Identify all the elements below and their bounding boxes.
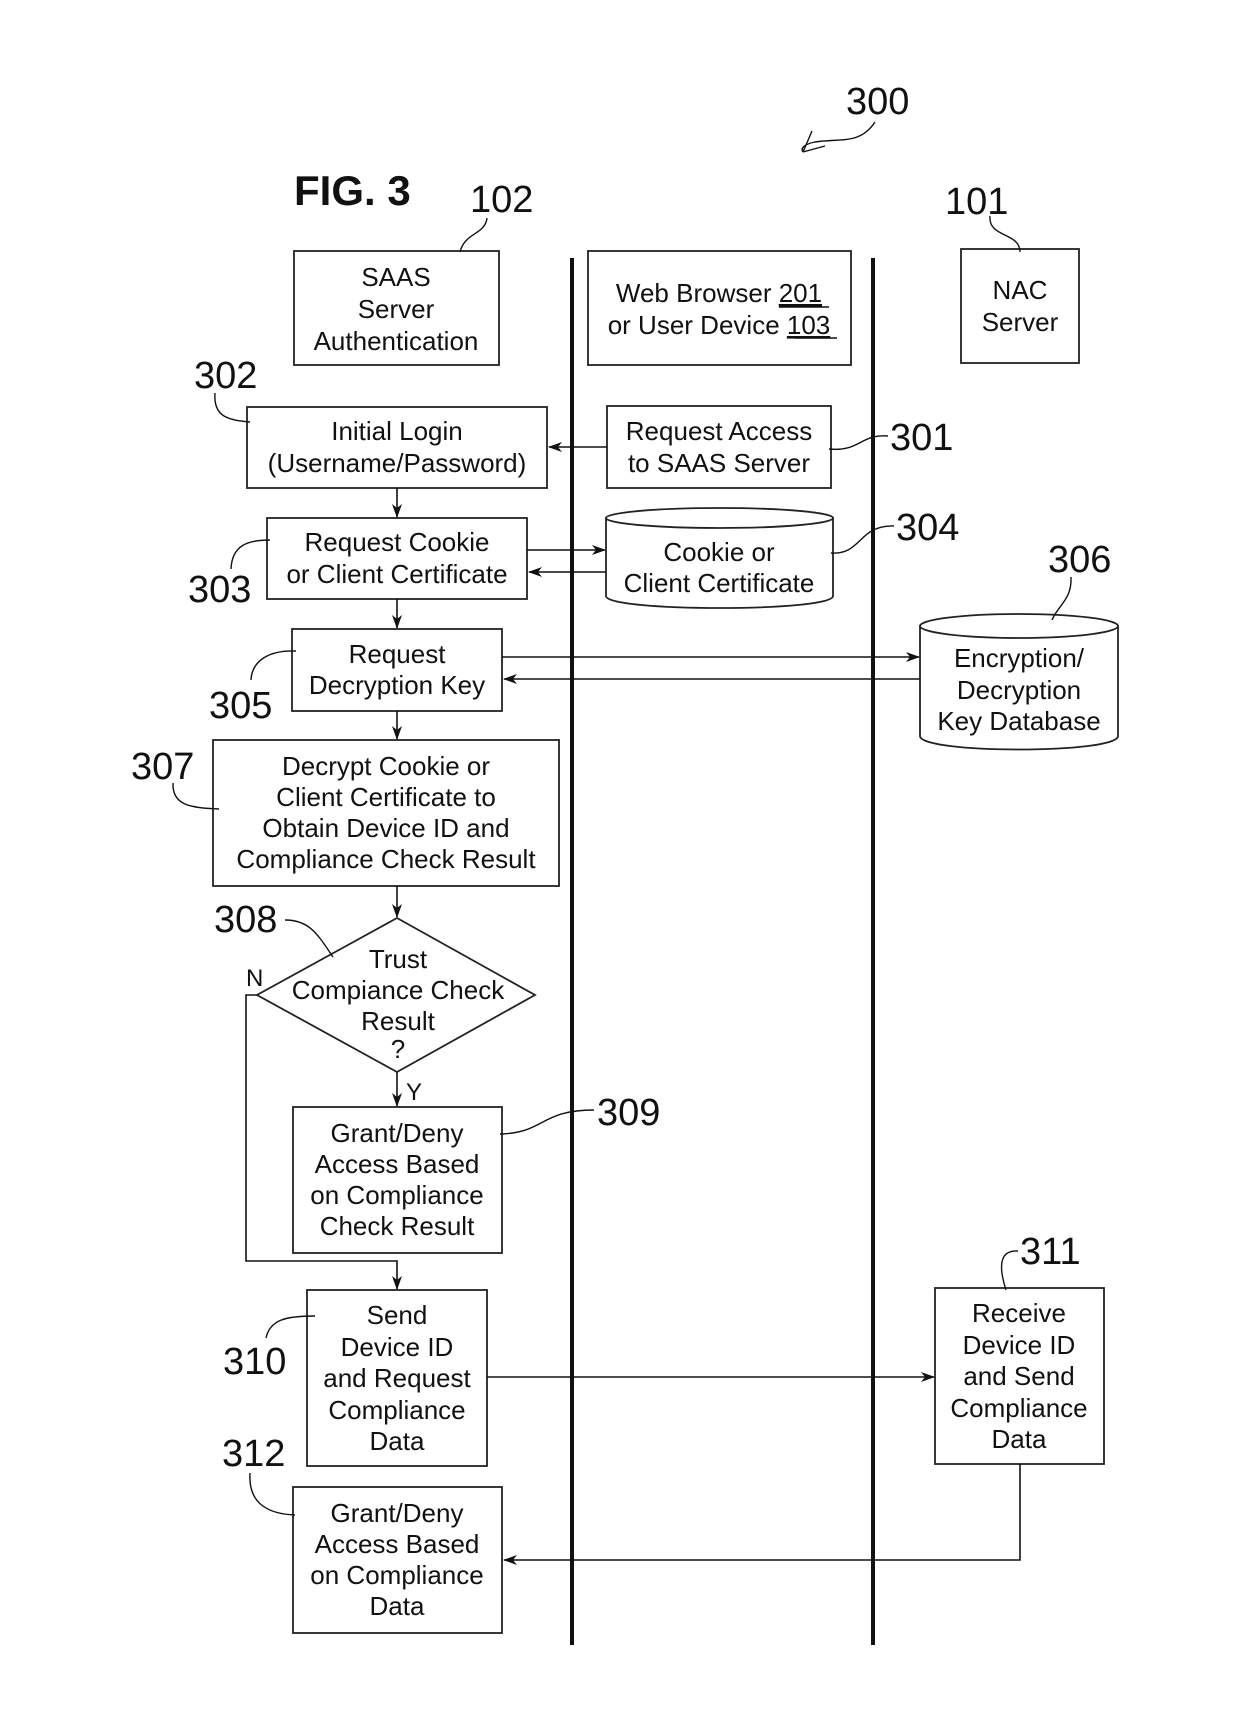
ref-label-309: 309	[597, 1092, 660, 1134]
step-310-line-2: Device ID	[341, 1332, 454, 1362]
actor-nac-line-2: Server	[982, 307, 1059, 337]
ref-label-306: 306	[1048, 539, 1111, 581]
ref-label-303: 303	[188, 569, 251, 611]
step-305-line-1: Request	[349, 639, 447, 669]
step-311-line-3: and Send	[963, 1361, 1074, 1391]
step-307-line-1: Decrypt Cookie or	[282, 751, 490, 781]
step-310-line-1: Send	[367, 1300, 428, 1330]
step-307-line-3: Obtain Device ID and	[262, 813, 509, 843]
leader-102	[459, 217, 488, 253]
step-311-line-1: Receive	[972, 1298, 1066, 1328]
ref-label-305: 305	[209, 685, 272, 727]
ref-label-301: 301	[890, 417, 953, 459]
ref-label-101: 101	[945, 181, 1008, 223]
step-312-line-4: Data	[370, 1591, 425, 1621]
step-312-line-2: Access Based	[315, 1529, 480, 1559]
actor-browser-line-1: Web Browser 201	[616, 278, 822, 308]
step-305-line-2: Decryption Key	[309, 670, 485, 700]
ref-label-308: 308	[214, 899, 277, 941]
step-311-receive-device-id[interactable]: Receive Device ID and Send Compliance Da…	[934, 1287, 1105, 1465]
actor-web-browser[interactable]: Web Browser 201 or User Device 103	[587, 250, 852, 366]
leader-304	[830, 525, 895, 554]
ref-label-311: 311	[1020, 1231, 1081, 1273]
ref-label-302: 302	[194, 355, 257, 397]
step-301-line-1: Request Access	[626, 416, 812, 446]
step-301-line-2: to SAAS Server	[628, 448, 810, 478]
step-302-line-1: Initial Login	[331, 416, 463, 446]
actor-saas-line-3: Authentication	[314, 326, 479, 356]
step-308-line-3: Result	[361, 1006, 435, 1036]
step-302-line-2: (Username/Password)	[268, 448, 527, 478]
actor-saas-line-1: SAAS	[361, 262, 430, 292]
step-309-grant-deny[interactable]: Grant/Deny Access Based on Compliance Ch…	[292, 1106, 503, 1254]
step-306-line-1: Encryption/	[954, 643, 1085, 673]
step-310-line-3: and Request	[323, 1363, 471, 1393]
figure-title: FIG. 3	[294, 167, 411, 214]
leader-312	[249, 1472, 296, 1516]
step-307-line-4: Compliance Check Result	[236, 844, 536, 874]
step-306-line-3: Key Database	[937, 706, 1100, 736]
step-307-decrypt[interactable]: Decrypt Cookie or Client Certificate to …	[212, 739, 560, 887]
step-307-line-2: Client Certificate to	[276, 782, 496, 812]
step-312-line-1: Grant/Deny	[331, 1498, 464, 1528]
step-312-line-3: on Compliance	[310, 1560, 483, 1590]
ref-label-102: 102	[470, 179, 533, 221]
ref-label-307: 307	[131, 746, 194, 788]
step-302-initial-login[interactable]: Initial Login (Username/Password)	[246, 406, 548, 489]
decision-yes-label: Y	[406, 1079, 422, 1106]
step-309-line-2: Access Based	[315, 1149, 480, 1179]
actor-saas-line-2: Server	[358, 294, 435, 324]
leader-311	[1000, 1250, 1019, 1291]
step-308-decision[interactable]: Trust Compiance Check Result ?	[255, 916, 537, 1074]
ref-label-304: 304	[896, 507, 959, 549]
decision-no-label: N	[246, 965, 263, 992]
step-309-line-3: on Compliance	[310, 1180, 483, 1210]
step-304-line-2: Client Certificate	[624, 568, 815, 598]
figure-number: 300	[846, 81, 909, 123]
step-310-line-5: Data	[370, 1426, 425, 1456]
step-308-line-4: ?	[391, 1034, 405, 1064]
step-308-line-2: Compiance Check	[292, 975, 505, 1005]
ref-label-310: 310	[223, 1341, 286, 1383]
step-303-line-1: Request Cookie	[305, 527, 490, 557]
leader-308	[284, 919, 334, 958]
step-303-request-cookie[interactable]: Request Cookie or Client Certificate	[266, 517, 528, 600]
step-305-request-key[interactable]: Request Decryption Key	[291, 628, 503, 712]
step-303-line-2: or Client Certificate	[286, 559, 507, 589]
step-310-send-device-id[interactable]: Send Device ID and Request Compliance Da…	[306, 1289, 488, 1467]
step-306-line-2: Decryption	[957, 675, 1081, 705]
leader-303	[230, 539, 271, 570]
leader-301	[828, 435, 889, 450]
actor-nac-server[interactable]: NAC Server	[960, 248, 1080, 364]
step-306-key-database[interactable]: Encryption/ Decryption Key Database	[919, 613, 1119, 751]
leader-302	[214, 392, 251, 423]
actor-browser-line-2: or User Device 103	[608, 310, 831, 340]
actor-saas-server[interactable]: SAAS Server Authentication	[293, 250, 500, 366]
leader-305	[250, 650, 297, 681]
step-311-line-5: Data	[992, 1424, 1047, 1454]
step-311-line-2: Device ID	[963, 1330, 1076, 1360]
step-304-line-1: Cookie or	[663, 537, 775, 567]
step-309-line-4: Check Result	[320, 1211, 475, 1241]
step-301-request-access[interactable]: Request Access to SAAS Server	[606, 405, 832, 489]
actor-nac-line-1: NAC	[993, 275, 1048, 305]
figure-number-arrow	[801, 121, 876, 153]
arrow-311-to-312	[503, 1464, 1021, 1565]
step-312-grant-deny[interactable]: Grant/Deny Access Based on Compliance Da…	[292, 1486, 503, 1634]
step-304-cookie-store[interactable]: Cookie or Client Certificate	[605, 507, 834, 609]
step-309-line-1: Grant/Deny	[331, 1118, 464, 1148]
ref-label-312: 312	[222, 1433, 285, 1475]
leader-306	[1051, 576, 1072, 621]
step-310-line-4: Compliance	[328, 1395, 465, 1425]
step-311-line-4: Compliance	[950, 1393, 1087, 1423]
leader-309	[499, 1109, 595, 1135]
step-308-line-1: Trust	[369, 944, 428, 974]
